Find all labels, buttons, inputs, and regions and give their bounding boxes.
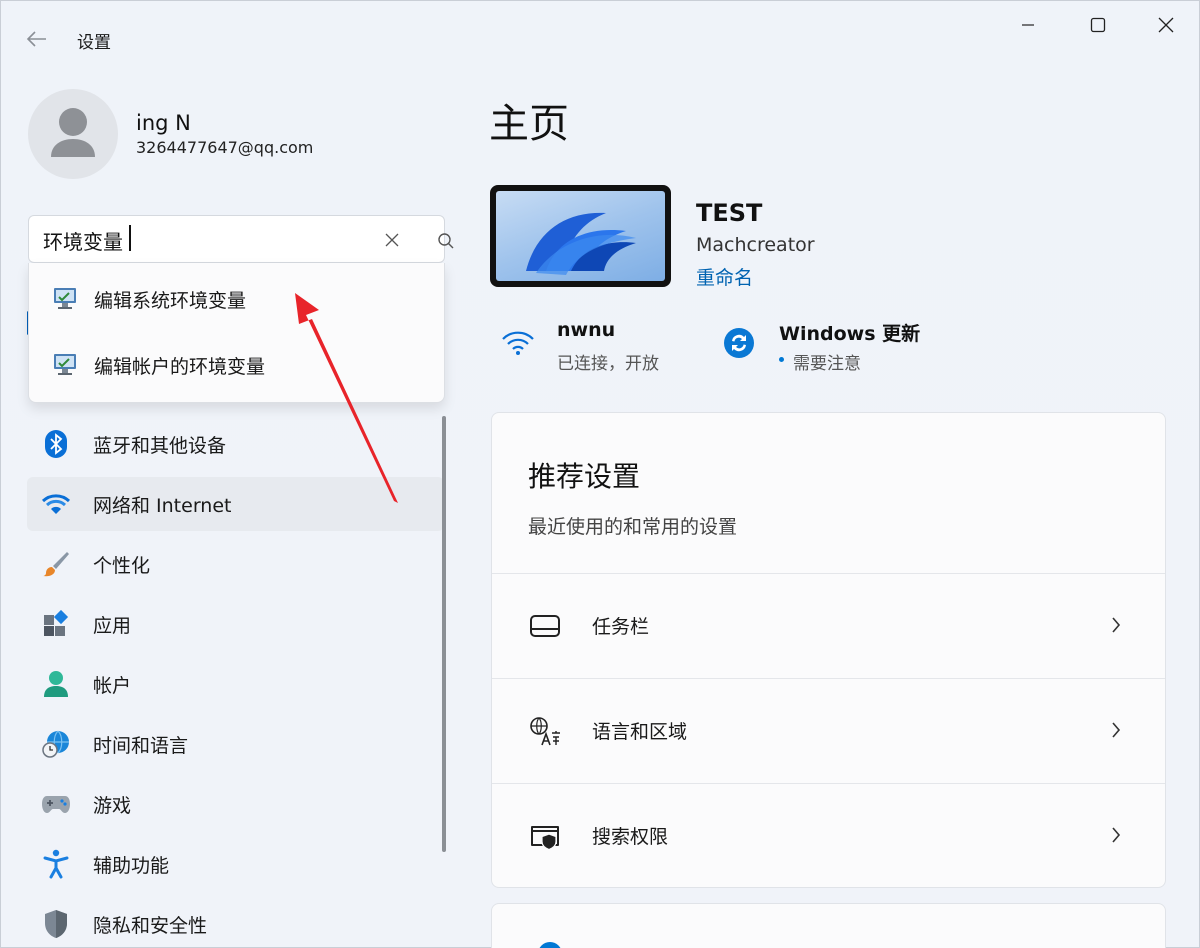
nav-label: 应用: [93, 614, 132, 637]
close-icon: [1158, 17, 1174, 33]
nav-label: 时间和语言: [93, 734, 189, 757]
network-name[interactable]: nwnu: [557, 319, 615, 341]
secondary-card: [491, 903, 1166, 948]
bluetooth-icon: [41, 429, 71, 459]
user-avatar-icon: [51, 108, 95, 157]
nav-item-gaming[interactable]: 游戏: [27, 777, 444, 831]
maximize-button[interactable]: [1063, 1, 1133, 49]
account-icon: [41, 669, 71, 699]
chevron-right-icon: [1104, 717, 1128, 743]
nav-item-apps[interactable]: 应用: [27, 597, 444, 651]
nav-scrollbar[interactable]: [442, 416, 446, 852]
windows-update-icon: [724, 328, 754, 358]
nav-label: 蓝牙和其他设备: [93, 434, 227, 457]
device-thumbnail: [490, 185, 671, 287]
chevron-right-icon: [1104, 612, 1128, 638]
windows-update-title[interactable]: Windows 更新: [779, 319, 920, 346]
search-suggestions: 编辑系统环境变量 编辑帐户的环境变量: [28, 263, 445, 403]
nav-label: 辅助功能: [93, 854, 170, 877]
user-name: ing N: [136, 111, 191, 135]
nav-item-accessibility[interactable]: 辅助功能: [27, 837, 444, 891]
settings-search-box: [28, 215, 454, 263]
minimize-icon: [1022, 24, 1034, 26]
back-arrow-icon: [26, 31, 46, 47]
wifi-icon: [502, 331, 534, 355]
recommended-item-label: 任务栏: [592, 616, 650, 638]
clear-search-button[interactable]: [379, 228, 405, 252]
settings-window: 设置 ing N 3264477647@qq.com 环境变量 编辑系统环境变量…: [0, 0, 1200, 948]
recommended-item-language[interactable]: 语言和区域: [492, 678, 1165, 782]
card-title: 推荐设置: [528, 460, 641, 493]
gamepad-icon: [41, 789, 71, 819]
taskbar-icon: [530, 615, 560, 637]
accessibility-icon: [41, 849, 71, 879]
search-result-system-env[interactable]: 编辑系统环境变量: [29, 269, 446, 329]
search-result-label: 编辑系统环境变量: [94, 289, 247, 312]
back-button[interactable]: [23, 25, 51, 53]
nav-item-privacy[interactable]: 隐私和安全性: [27, 897, 444, 948]
card-subtitle: 最近使用的和常用的设置: [528, 516, 738, 538]
system-properties-icon: [54, 288, 76, 309]
brush-icon: [41, 549, 71, 579]
search-permissions-icon: [531, 826, 559, 851]
nav-label: 网络和 Internet: [93, 494, 232, 517]
maximize-icon: [1090, 17, 1106, 33]
nav-label: 游戏: [93, 794, 132, 817]
windows-bloom-wallpaper-icon: [526, 212, 636, 275]
recommended-item-taskbar[interactable]: 任务栏: [492, 573, 1165, 677]
close-button[interactable]: [1131, 1, 1200, 49]
text-caret: [129, 225, 131, 251]
system-properties-icon: [54, 354, 76, 375]
attention-dot: [779, 357, 784, 362]
clock-globe-icon: [41, 729, 71, 759]
shield-icon: [41, 909, 71, 939]
device-model: Machcreator: [696, 234, 815, 256]
recommended-item-label: 语言和区域: [592, 721, 688, 743]
apps-icon: [41, 609, 71, 639]
rename-link[interactable]: 重命名: [696, 263, 753, 290]
nav-label: 个性化: [93, 554, 151, 577]
close-icon: [385, 233, 399, 247]
nav-item-bluetooth[interactable]: 蓝牙和其他设备: [27, 417, 444, 471]
wifi-icon: [41, 489, 71, 519]
language-icon: [530, 717, 560, 746]
avatar[interactable]: [28, 89, 118, 179]
recommended-item-label: 搜索权限: [592, 826, 669, 848]
search-icon[interactable]: [434, 229, 458, 253]
nav-label: 隐私和安全性: [93, 914, 208, 937]
card-icon: [538, 942, 562, 948]
nav-item-network[interactable]: 网络和 Internet: [27, 477, 444, 531]
search-result-label: 编辑帐户的环境变量: [94, 355, 266, 378]
search-result-account-env[interactable]: 编辑帐户的环境变量: [29, 335, 446, 395]
page-title: 主页: [489, 101, 569, 147]
network-status: 已连接，开放: [557, 354, 659, 374]
minimize-button[interactable]: [993, 1, 1063, 49]
chevron-right-icon: [1104, 822, 1128, 848]
device-name: TEST: [696, 199, 763, 227]
windows-update-status: 需要注意: [793, 354, 861, 374]
nav-item-time-language[interactable]: 时间和语言: [27, 717, 444, 771]
recommended-item-search-permissions[interactable]: 搜索权限: [492, 783, 1165, 887]
recommended-settings-card: 推荐设置 最近使用的和常用的设置 任务栏 语言和区域 搜索权限: [491, 412, 1166, 888]
search-input[interactable]: [43, 225, 343, 255]
nav-item-accounts[interactable]: 帐户: [27, 657, 444, 711]
nav-item-personalization[interactable]: 个性化: [27, 537, 444, 591]
user-email: 3264477647@qq.com: [136, 138, 314, 157]
app-title: 设置: [77, 33, 111, 53]
nav-label: 帐户: [93, 674, 132, 697]
